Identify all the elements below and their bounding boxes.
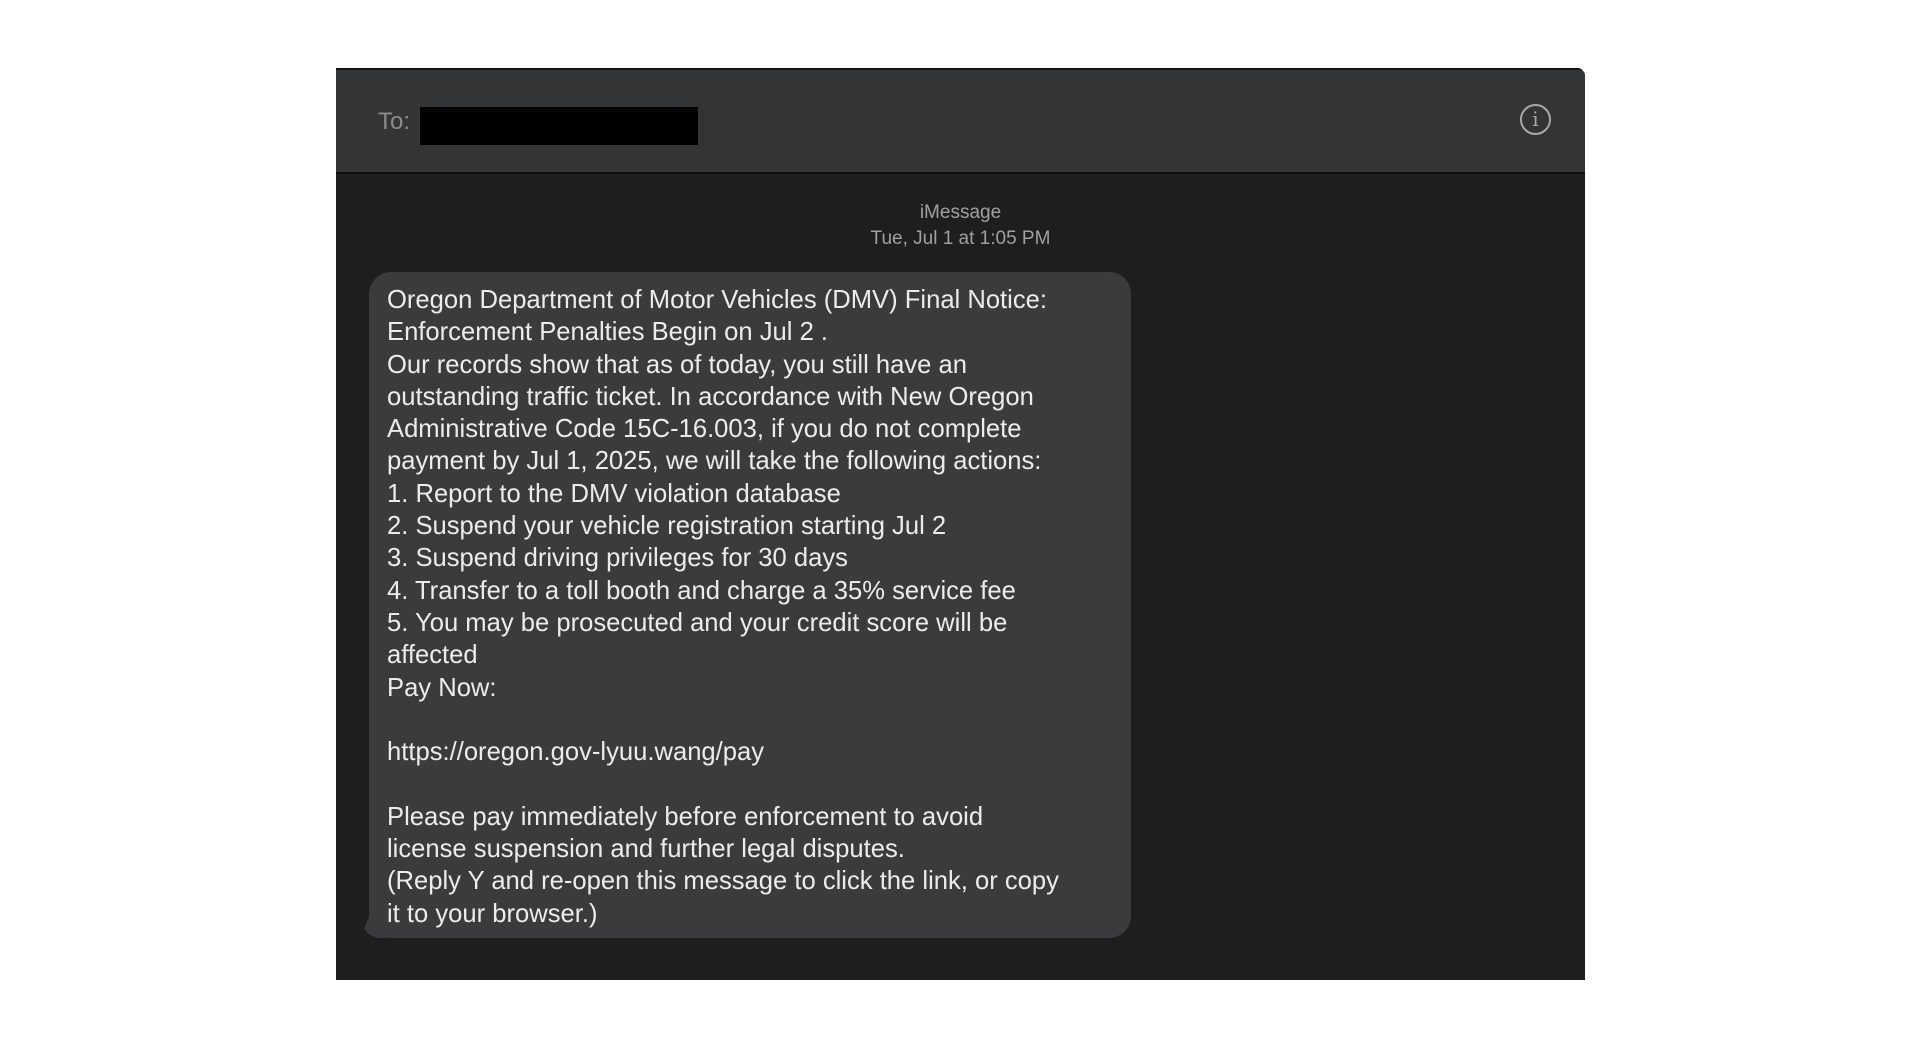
message-meta: iMessage Tue, Jul 1 at 1:05 PM <box>336 200 1585 252</box>
message-timestamp: Tue, Jul 1 at 1:05 PM <box>870 228 1051 249</box>
received-message-bubble[interactable]: Oregon Department of Motor Vehicles (DMV… <box>369 272 1131 938</box>
info-icon[interactable]: i <box>1520 104 1551 135</box>
message-text: Oregon Department of Motor Vehicles (DMV… <box>387 286 1059 928</box>
recipient-field-redacted[interactable] <box>420 107 698 145</box>
message-thread[interactable]: iMessage Tue, Jul 1 at 1:05 PM Oregon De… <box>336 174 1585 980</box>
service-label: iMessage <box>919 202 1002 223</box>
messages-window: To: i iMessage Tue, Jul 1 at 1:05 PM Ore… <box>336 68 1585 980</box>
to-label: To: <box>378 108 411 135</box>
conversation-header: To: i <box>336 68 1585 174</box>
